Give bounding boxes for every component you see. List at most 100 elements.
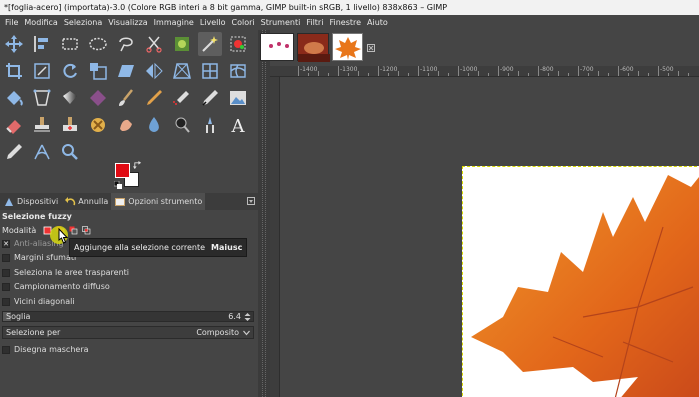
color-picker-icon[interactable] bbox=[2, 140, 26, 164]
menu-aiuto[interactable]: Aiuto bbox=[364, 15, 391, 30]
select-transparent-checkbox[interactable] bbox=[2, 268, 10, 277]
swap-colors-icon[interactable] bbox=[133, 161, 142, 170]
foreground-select-icon[interactable] bbox=[170, 32, 194, 56]
ruler-major-tick bbox=[498, 66, 499, 76]
menu-finestre[interactable]: Finestre bbox=[326, 15, 364, 30]
ruler-minor-tick bbox=[488, 73, 489, 76]
image-tab-thumb-3[interactable] bbox=[332, 33, 363, 61]
vertical-ruler[interactable] bbox=[270, 77, 280, 397]
shear-tool-icon[interactable] bbox=[114, 59, 138, 83]
clone-stamp-icon[interactable] bbox=[30, 113, 54, 137]
horizontal-ruler[interactable]: -1400 -1300 -1200 -1100 -1000 -900 -800 -700 -60… bbox=[270, 66, 699, 77]
perspective-tool-icon[interactable] bbox=[170, 59, 194, 83]
ruler-minor-tick bbox=[638, 71, 639, 76]
dodge-burn-icon[interactable] bbox=[170, 113, 194, 137]
text-tool-icon[interactable]: A bbox=[226, 113, 250, 137]
image-tab-thumb-1[interactable] bbox=[260, 33, 294, 61]
tool-options-icon bbox=[115, 197, 126, 206]
feather-edges-checkbox[interactable] bbox=[2, 253, 10, 262]
diagonal-neighbors-row[interactable]: Vicini diagonali bbox=[2, 297, 75, 306]
airbrush-icon[interactable] bbox=[170, 86, 194, 110]
ruler-minor-tick bbox=[678, 71, 679, 76]
heal-tool-icon[interactable] bbox=[58, 113, 82, 137]
crop-tool-icon[interactable] bbox=[2, 59, 26, 83]
dock-menu-icon[interactable] bbox=[247, 197, 255, 205]
foreground-color-swatch[interactable] bbox=[115, 163, 130, 178]
close-icon[interactable] bbox=[367, 44, 375, 52]
menu-modifica[interactable]: Modifica bbox=[21, 15, 60, 30]
mypaint-brush-icon[interactable] bbox=[86, 86, 110, 110]
draw-mask-checkbox[interactable] bbox=[2, 345, 10, 354]
dock-separator[interactable] bbox=[258, 30, 270, 397]
measure-tool-icon[interactable] bbox=[30, 140, 54, 164]
cage-transform-icon[interactable] bbox=[198, 59, 222, 83]
bucket-fill-icon[interactable] bbox=[2, 86, 26, 110]
tooltip: Aggiunge alla selezione corrente Maiusc bbox=[69, 238, 248, 257]
menu-immagine[interactable]: Immagine bbox=[151, 15, 197, 30]
tab-annulla[interactable]: Annulla bbox=[61, 193, 111, 210]
ruler-minor-tick bbox=[308, 73, 309, 76]
flip-tool-icon[interactable] bbox=[142, 59, 166, 83]
dock-resize-grip[interactable] bbox=[262, 30, 266, 397]
free-select-icon[interactable] bbox=[114, 32, 138, 56]
move-tool-icon[interactable] bbox=[2, 32, 26, 56]
mode-label: Modalità bbox=[2, 225, 37, 235]
menu-file[interactable]: File bbox=[2, 15, 21, 30]
threshold-label: Soglia bbox=[6, 312, 31, 321]
default-colors-icon[interactable] bbox=[114, 181, 122, 189]
image-clone-icon[interactable] bbox=[226, 86, 250, 110]
tab-opzioni-strumento[interactable]: Opzioni strumento bbox=[111, 193, 206, 210]
tab-opzioni-strumento-label: Opzioni strumento bbox=[128, 197, 203, 206]
spin-arrows-icon[interactable] bbox=[244, 313, 251, 321]
gradient-tool-icon[interactable] bbox=[58, 86, 82, 110]
draw-mask-row[interactable]: Disegna maschera bbox=[2, 345, 89, 354]
ruler-label: -1000 bbox=[460, 66, 478, 73]
handle-transform-icon[interactable] bbox=[30, 86, 54, 110]
select-by-dropdown[interactable]: Selezione per Composito bbox=[2, 326, 254, 339]
rotate-tool-icon[interactable] bbox=[58, 59, 82, 83]
perspective-clone-icon[interactable] bbox=[86, 113, 110, 137]
diagonal-neighbors-checkbox[interactable] bbox=[2, 297, 10, 306]
ink-tool-icon[interactable] bbox=[198, 86, 222, 110]
unified-transform-icon[interactable] bbox=[30, 59, 54, 83]
warp-transform-icon[interactable] bbox=[226, 59, 250, 83]
ruler-minor-tick bbox=[598, 71, 599, 76]
select-transparent-row[interactable]: Seleziona le aree trasparenti bbox=[2, 268, 129, 277]
menu-filtri[interactable]: Filtri bbox=[303, 15, 326, 30]
menu-strumenti[interactable]: Strumenti bbox=[258, 15, 304, 30]
ellipse-select-icon[interactable] bbox=[86, 32, 110, 56]
device-status-icon bbox=[5, 197, 13, 206]
antialiasing-checkbox[interactable]: ✕ bbox=[2, 239, 10, 248]
menu-seleziona[interactable]: Seleziona bbox=[61, 15, 105, 30]
tab-dispositivi[interactable]: Dispositivi bbox=[0, 193, 61, 210]
eraser-icon[interactable] bbox=[2, 113, 26, 137]
scissors-select-icon[interactable] bbox=[142, 32, 166, 56]
smudge-tool-icon[interactable] bbox=[114, 113, 138, 137]
scale-tool-icon[interactable] bbox=[86, 59, 110, 83]
ruler-major-tick bbox=[298, 66, 299, 76]
paintbrush-icon[interactable] bbox=[114, 86, 138, 110]
menu-colori[interactable]: Colori bbox=[229, 15, 258, 30]
menu-livello[interactable]: Livello bbox=[197, 15, 229, 30]
sample-merged-row[interactable]: Campionamento diffuso bbox=[2, 282, 110, 291]
color-swatches bbox=[112, 160, 146, 192]
select-by-color-icon[interactable] bbox=[226, 32, 250, 56]
blur-sharpen-icon[interactable] bbox=[142, 113, 166, 137]
paths-tool-icon[interactable] bbox=[198, 113, 222, 137]
fuzzy-select-icon[interactable] bbox=[198, 32, 222, 56]
sample-merged-checkbox[interactable] bbox=[2, 282, 10, 291]
feather-edges-row[interactable]: Margini sfumati bbox=[2, 253, 76, 262]
image-layer[interactable] bbox=[462, 166, 699, 397]
mode-intersect-button[interactable] bbox=[81, 225, 92, 236]
image-tab-thumb-2[interactable] bbox=[297, 33, 330, 62]
undo-history-icon bbox=[65, 196, 76, 205]
ruler-minor-tick bbox=[468, 73, 469, 76]
ruler-major-tick bbox=[458, 66, 459, 76]
image-canvas[interactable] bbox=[281, 77, 699, 397]
threshold-slider[interactable]: Soglia 6.4 bbox=[2, 311, 254, 322]
rect-select-icon[interactable] bbox=[58, 32, 82, 56]
menu-visualizza[interactable]: Visualizza bbox=[105, 15, 150, 30]
pencil-icon[interactable] bbox=[142, 86, 166, 110]
align-tool-icon[interactable] bbox=[30, 32, 54, 56]
zoom-tool-icon[interactable] bbox=[58, 140, 82, 164]
